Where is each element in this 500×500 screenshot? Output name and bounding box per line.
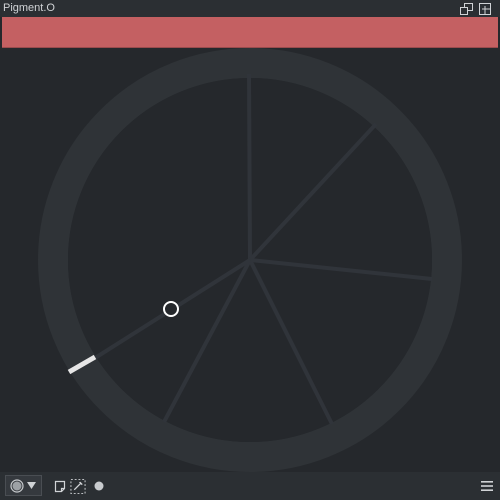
color-wheel-area[interactable] [0, 48, 500, 472]
pigment-window: Pigment.O [0, 0, 500, 500]
restore-window-icon[interactable] [459, 2, 473, 15]
title-bar: Pigment.O [0, 0, 500, 17]
active-color-bar[interactable] [2, 17, 498, 48]
wheel-spoke [247, 73, 252, 261]
color-cursor[interactable] [163, 301, 179, 317]
color-wheel[interactable] [0, 48, 500, 472]
dot-icon[interactable] [91, 478, 107, 494]
note-icon[interactable] [52, 478, 68, 494]
window-title: Pigment.O [3, 2, 55, 14]
eyedropper-icon[interactable] [70, 478, 86, 494]
mode-dropdown[interactable] [5, 475, 42, 496]
chevron-down-icon [27, 482, 36, 489]
close-icon[interactable] [478, 2, 492, 15]
color-circle-icon [10, 478, 24, 493]
menu-icon[interactable] [479, 478, 495, 494]
bottom-toolbar [0, 472, 500, 500]
